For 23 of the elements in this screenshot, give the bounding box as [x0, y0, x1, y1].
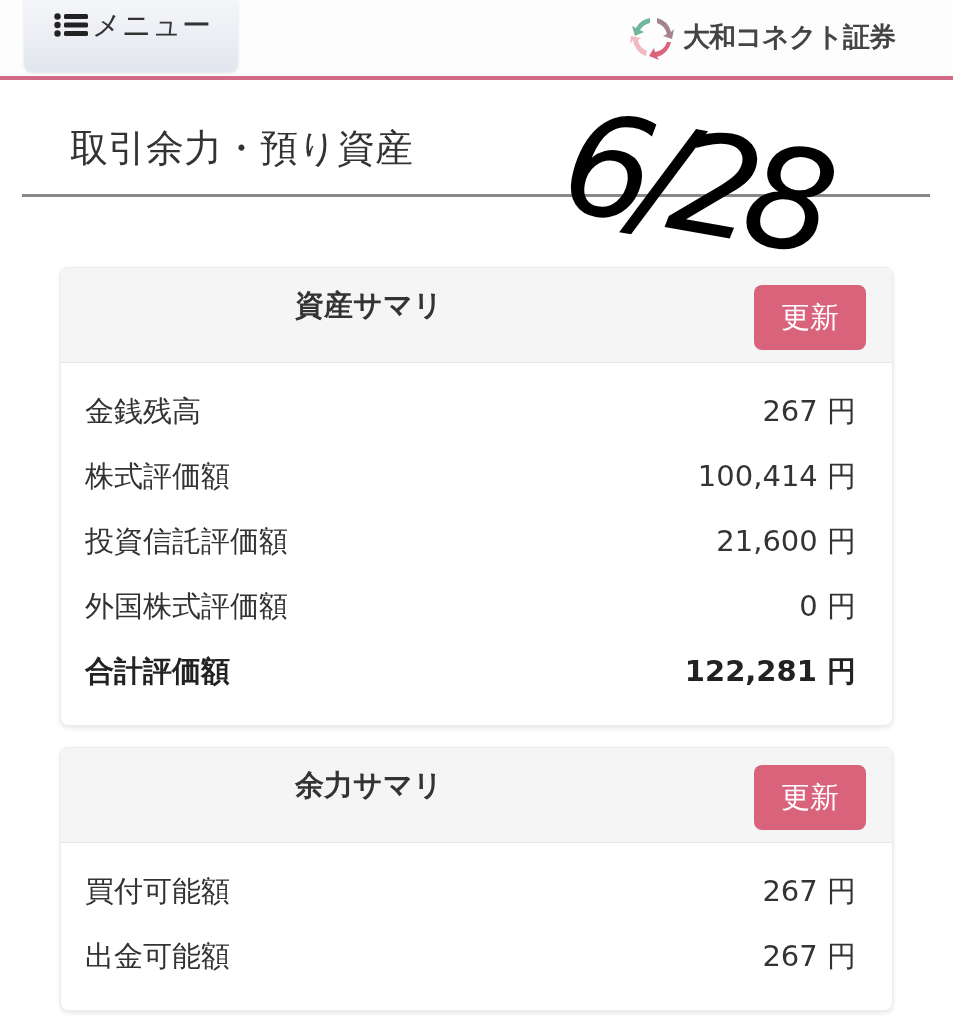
list-icon: [54, 13, 88, 37]
row-value: 100,414 円: [697, 457, 856, 495]
card-title: 資産サマリ: [295, 290, 444, 320]
row-label: 株式評価額: [85, 457, 230, 495]
row-label: 出金可能額: [85, 937, 230, 975]
row-label: 外国株式評価額: [85, 587, 288, 625]
brand-name: 大和コネクト証券: [683, 20, 895, 54]
update-button[interactable]: 更新: [754, 765, 866, 830]
page-title: 取引余力・預り資産: [70, 126, 413, 170]
row-label: 買付可能額: [85, 872, 230, 910]
card-title: 余力サマリ: [295, 770, 444, 800]
row-label: 投資信託評価額: [85, 522, 288, 560]
row-value: 0 円: [799, 587, 856, 625]
row-value: 267 円: [762, 937, 856, 975]
row-value: 21,600 円: [716, 522, 856, 560]
row-value: 267 円: [762, 392, 856, 430]
menu-button[interactable]: メニュー: [24, 0, 238, 72]
row-value: 267 円: [762, 872, 856, 910]
update-button[interactable]: 更新: [754, 285, 866, 350]
row-value: 122,281 円: [684, 652, 856, 690]
row-label: 金銭残高: [85, 392, 201, 430]
row-label: 合計評価額: [85, 652, 230, 690]
handwritten-note: 6/28: [553, 92, 833, 275]
